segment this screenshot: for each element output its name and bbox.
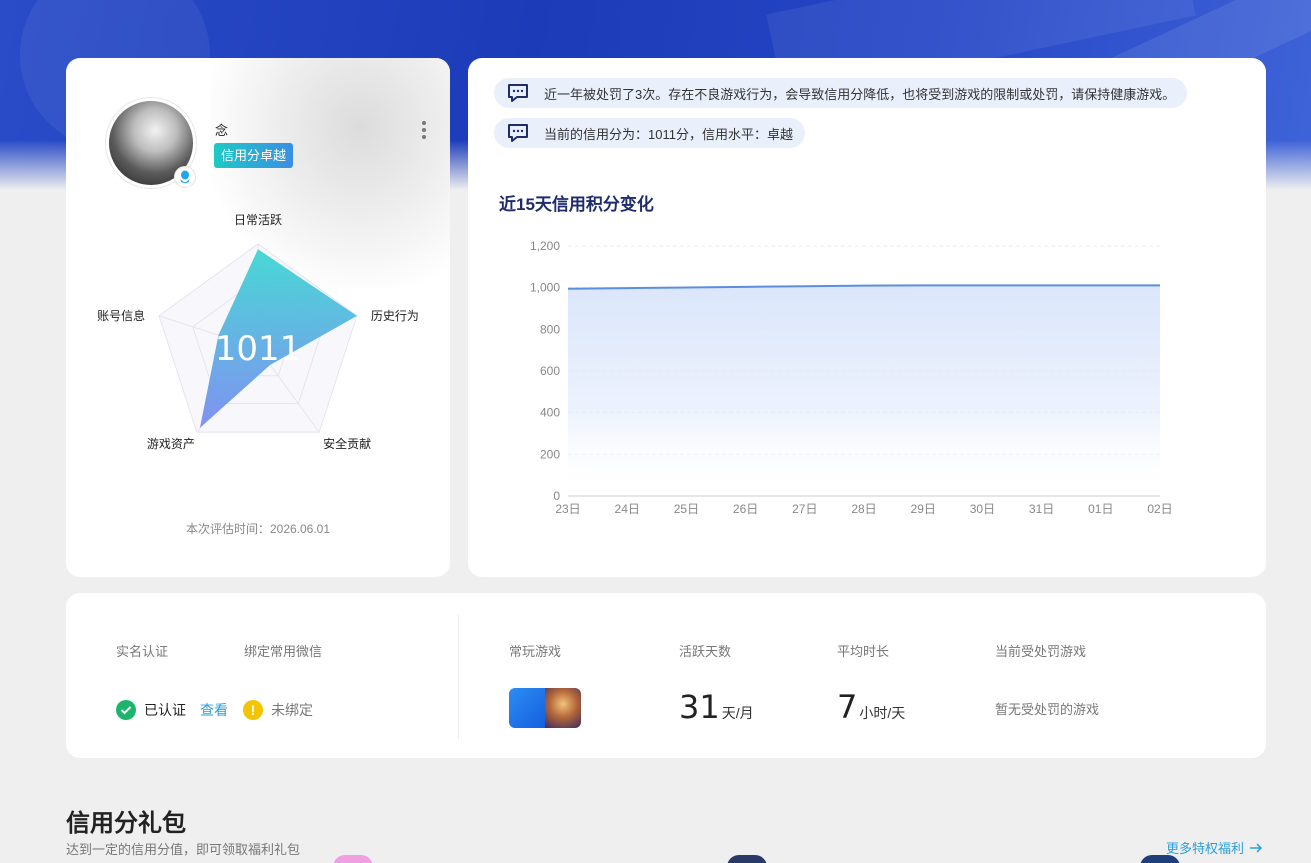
message-icon [506, 122, 530, 144]
x-tick-label: 27日 [792, 502, 817, 516]
more-benefits-text: 更多特权福利 [1166, 841, 1245, 856]
radar-axis-label: 账号信息 [97, 308, 145, 323]
credit-radar-chart: 日常活跃历史行为安全贡献 游戏资产 账号信息 1011 [97, 213, 419, 451]
punished-games-label: 当前受处罚游戏 [995, 644, 1087, 659]
check-icon [116, 700, 136, 720]
active-days-label: 活跃天数 [679, 644, 732, 659]
score-notice: 当前的信用分为：1011分，信用水平：卓越 [494, 118, 805, 148]
active-days: 31 天/月 [679, 688, 754, 726]
x-tick-label: 24日 [615, 502, 640, 516]
gift-item-2[interactable] [727, 855, 767, 863]
warning-icon: ! [243, 700, 263, 720]
notice-text: 近一年被处罚了3次。存在不良游戏行为，会导致信用分降低，也将受到游戏的限制或处罚… [544, 86, 1176, 102]
more-options-icon[interactable] [416, 118, 432, 142]
x-tick-label: 26日 [733, 502, 758, 516]
credit-score: 1011 [215, 329, 302, 369]
account-stats-card: 实名认证 绑定常用微信 已认证 查看 ! 未绑定 常玩游戏 活跃天数 31 天/… [66, 593, 1266, 758]
x-tick-label: 30日 [970, 502, 995, 516]
punished-games-value: 暂无受处罚的游戏 [995, 702, 1100, 717]
y-tick-label: 800 [540, 322, 560, 336]
avg-duration-label: 平均时长 [837, 644, 890, 659]
active-days-unit: 天/月 [721, 705, 754, 721]
profile-card: 念 信用分卓越 日常活跃历史行为安全贡献 游戏资产 账号信息 1011 本次评估时间：… [66, 58, 450, 577]
realname-status: 已认证 查看 [116, 700, 228, 720]
games-label: 常玩游戏 [509, 644, 562, 659]
x-tick-label: 23日 [555, 502, 580, 516]
wechat-status: ! 未绑定 [243, 700, 313, 720]
more-benefits-link[interactable]: 更多特权福利 [1166, 838, 1264, 857]
wechat-label: 绑定常用微信 [244, 644, 323, 659]
gift-item-3[interactable] [1140, 855, 1180, 863]
x-tick-label: 02日 [1147, 502, 1172, 516]
arrow-right-icon [1250, 842, 1263, 853]
frequent-game-icon[interactable] [509, 688, 581, 728]
radar-axis-label: 安全贡献 [323, 436, 371, 451]
y-tick-label: 1,200 [530, 239, 560, 253]
chart-title: 近15天信用积分变化 [499, 195, 654, 214]
divider [458, 615, 459, 739]
view-realname-link[interactable]: 查看 [200, 700, 228, 720]
y-tick-label: 200 [540, 447, 560, 461]
radar-axis-label: 日常活跃 [234, 213, 282, 227]
y-tick-label: 400 [540, 406, 560, 420]
qq-icon [174, 166, 196, 188]
y-tick-label: 600 [540, 364, 560, 378]
realname-status-text: 已认证 [144, 702, 186, 718]
x-tick-label: 25日 [674, 502, 699, 516]
y-tick-label: 0 [553, 489, 560, 503]
gift-section-title: 信用分礼包 [66, 810, 186, 837]
evaluation-time: 本次评估时间：2026.06.01 [185, 522, 331, 536]
credit-chart-card: 近一年被处罚了3次。存在不良游戏行为，会导致信用分降低，也将受到游戏的限制或处罚… [468, 58, 1266, 577]
x-tick-label: 28日 [851, 502, 876, 516]
avg-duration-unit: 小时/天 [859, 705, 906, 721]
active-days-value: 31 [679, 688, 720, 726]
notice-text: 当前的信用分为：1011分，信用水平：卓越 [544, 126, 793, 142]
y-tick-label: 1,000 [530, 281, 560, 295]
credit-level-badge: 信用分卓越 [214, 143, 294, 168]
gift-section-subtitle: 达到一定的信用分值，即可领取福利礼包 [66, 842, 301, 857]
message-icon [506, 82, 530, 104]
radar-axis-label: 历史行为 [371, 309, 419, 323]
radar-axis-label: 游戏资产 [147, 437, 195, 451]
realname-label: 实名认证 [116, 644, 169, 659]
gift-item-1[interactable] [333, 855, 373, 863]
avg-duration: 7 小时/天 [837, 688, 905, 726]
x-tick-label: 01日 [1088, 502, 1113, 516]
wechat-status-text[interactable]: 未绑定 [271, 700, 313, 720]
credit-line-chart: 0 200 400 600 800 1,000 1,200 23日 24日 25日 26日 27日 28… [530, 239, 1173, 516]
x-tick-label: 29日 [911, 502, 936, 516]
username: 念 [215, 123, 229, 138]
x-tick-label: 31日 [1029, 502, 1054, 516]
penalty-notice: 近一年被处罚了3次。存在不良游戏行为，会导致信用分降低，也将受到游戏的限制或处罚… [494, 78, 1188, 108]
series-area [568, 285, 1160, 496]
avg-duration-value: 7 [837, 688, 858, 726]
